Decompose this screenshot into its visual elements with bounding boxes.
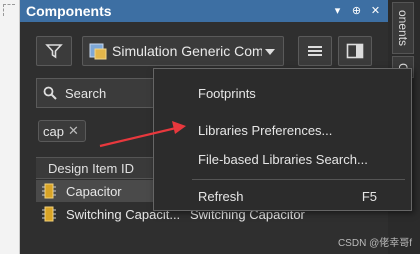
watermark: CSDN @佬幸哥f xyxy=(337,238,412,249)
annotation-arrow xyxy=(99,121,186,148)
